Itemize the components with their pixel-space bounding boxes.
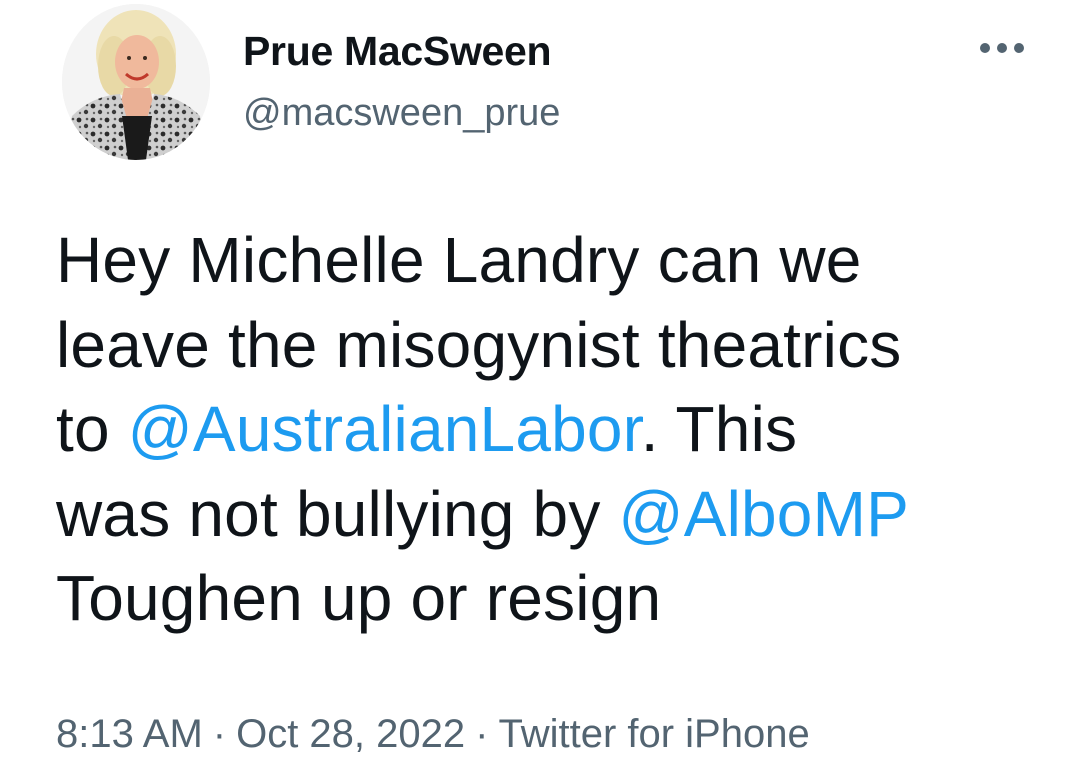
profile-photo-icon <box>62 4 210 160</box>
tweet-text-fragment: was not bullying by <box>56 477 619 550</box>
tweet-metadata: 8:13 AM · Oct 28, 2022 · Twitter for iPhone <box>56 712 810 757</box>
display-name[interactable]: Prue MacSween <box>243 28 552 75</box>
tweet-text-fragment: . This <box>640 393 798 465</box>
tweet-text-line: leave the misogynist theatrics <box>56 308 902 381</box>
separator: · <box>212 712 227 756</box>
tweet-text-line: was not bullying by @AlboMP <box>56 472 1056 557</box>
tweet-card: Prue MacSween @macsween_prue Hey Michell… <box>0 0 1080 782</box>
tweet-text-fragment: to <box>56 393 128 465</box>
mention-link-australianlabor[interactable]: @AustralianLabor <box>128 393 641 465</box>
user-handle[interactable]: @macsween_prue <box>243 92 560 135</box>
tweet-date[interactable]: Oct 28, 2022 <box>236 712 465 756</box>
more-options-button[interactable] <box>970 30 1034 66</box>
tweet-text-line: Toughen up or resign <box>56 562 662 634</box>
tweet-time[interactable]: 8:13 AM <box>56 712 203 756</box>
tweet-text-line: Hey Michelle Landry can we <box>56 224 862 296</box>
more-horizontal-icon <box>980 43 1024 53</box>
avatar[interactable] <box>62 4 210 160</box>
tweet-text-line: to @AustralianLabor. This <box>56 387 1056 472</box>
tweet-text: Hey Michelle Landry can we leave the mis… <box>56 218 1056 641</box>
tweet-source[interactable]: Twitter for iPhone <box>498 712 809 756</box>
separator: · <box>475 712 489 756</box>
mention-link-albomp[interactable]: @AlboMP <box>619 478 909 550</box>
